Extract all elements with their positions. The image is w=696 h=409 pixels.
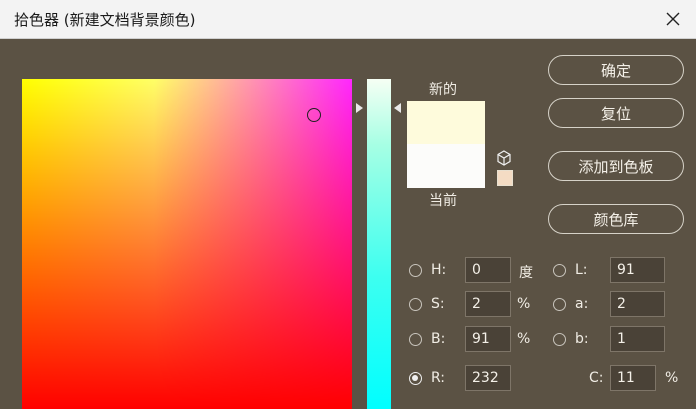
title-bar: 拾色器 (新建文档背景颜色): [0, 0, 696, 39]
l-label: L:: [575, 262, 588, 278]
radio-r[interactable]: [409, 372, 422, 385]
s-input[interactable]: 2: [465, 291, 511, 317]
r-input[interactable]: 232: [465, 365, 511, 391]
color-field[interactable]: [22, 79, 352, 409]
cube-icon[interactable]: [496, 150, 512, 166]
l-input[interactable]: 91: [610, 257, 665, 283]
s-unit: %: [517, 296, 531, 312]
lab-b-label: b:: [575, 331, 589, 347]
color-libraries-button[interactable]: 颜色库: [548, 204, 684, 234]
h-unit: 度: [519, 265, 533, 281]
color-field-overlay: [22, 79, 352, 409]
radio-h[interactable]: [409, 264, 422, 277]
lab-b-input[interactable]: 1: [610, 326, 665, 352]
hue-slider-left-handle[interactable]: [356, 103, 363, 113]
current-color-swatch[interactable]: [407, 144, 485, 188]
h-input[interactable]: 0: [465, 257, 511, 283]
c-input[interactable]: 11: [610, 365, 656, 391]
radio-a[interactable]: [553, 298, 566, 311]
web-swatch-icon[interactable]: [497, 170, 513, 186]
close-icon: [666, 12, 680, 26]
add-to-swatches-button[interactable]: 添加到色板: [548, 151, 684, 181]
radio-b[interactable]: [409, 333, 422, 346]
window-title: 拾色器 (新建文档背景颜色): [14, 11, 196, 29]
r-label: R:: [431, 370, 446, 386]
c-label: C:: [589, 370, 604, 386]
h-label: H:: [431, 262, 447, 278]
radio-l[interactable]: [553, 264, 566, 277]
new-color-swatch: [407, 101, 485, 144]
hue-slider-right-handle[interactable]: [394, 103, 401, 113]
current-color-label: 当前: [429, 193, 457, 209]
radio-s[interactable]: [409, 298, 422, 311]
b-label: B:: [431, 331, 446, 347]
close-button[interactable]: [658, 4, 688, 34]
b-input[interactable]: 91: [465, 326, 511, 352]
b-unit: %: [517, 331, 531, 347]
color-field-picker[interactable]: [307, 108, 321, 122]
reset-button[interactable]: 复位: [548, 98, 684, 128]
c-unit: %: [665, 370, 679, 386]
a-input[interactable]: 2: [610, 291, 665, 317]
new-color-label: 新的: [429, 82, 457, 98]
radio-lab-b[interactable]: [553, 333, 566, 346]
s-label: S:: [431, 296, 445, 312]
ok-button[interactable]: 确定: [548, 55, 684, 85]
hue-slider[interactable]: [367, 79, 391, 409]
a-label: a:: [575, 296, 589, 312]
